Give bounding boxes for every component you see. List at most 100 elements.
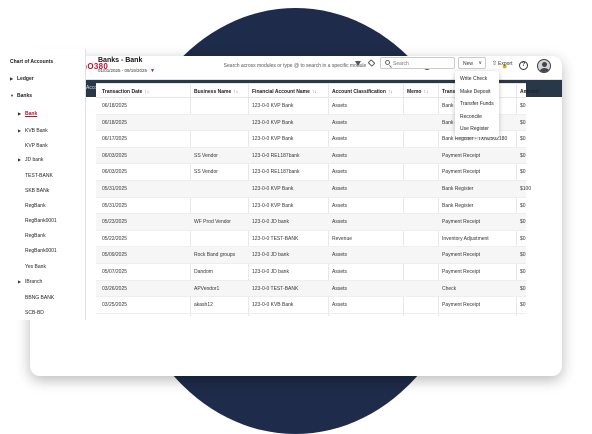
table-cell: 123-0-0 JD bank (252, 219, 289, 226)
sidebar-item[interactable]: RegBank (25, 203, 46, 209)
table-cell: Assets (332, 119, 348, 126)
export-button[interactable]: ⇧Export (492, 60, 512, 67)
table-cell: Payment Receipt (442, 252, 481, 259)
table-row[interactable]: 05/23/2025 WF Prod Vendor 123-0-0 JD bank A… (96, 214, 526, 231)
sidebar-item[interactable]: ▶ Bank (18, 111, 37, 117)
table-cell: 06/18/2025 (102, 103, 128, 109)
sidebar-item-label: RegBank0001 (25, 218, 57, 224)
table-row[interactable]: 06/03/2025 SS Vendor 123-0-0 REL187bank Ass… (96, 164, 526, 181)
sidebar-item-label: TEST-BANK (25, 173, 53, 179)
caret-right-icon[interactable]: ▶ (10, 76, 17, 81)
table-cell: 05/07/2025 (102, 269, 128, 275)
menu-item-use-register[interactable]: Use Register (460, 126, 489, 132)
table-cell: 06/17/2025 (102, 136, 128, 143)
sidebar-item-label: Yes Bank (25, 264, 46, 270)
table-search[interactable] (380, 57, 455, 69)
table-cell: Revenue (332, 235, 353, 242)
table-cell: 05/23/2025 (102, 219, 128, 226)
table-cell: $0 (520, 169, 526, 176)
table-row[interactable]: 03/25/2025 akash12 123-0-0 KVB Bank Assets P… (96, 297, 526, 314)
table-row[interactable]: 03/26/2025 APVendor1 123-0-0 TEST-BANK Asse… (96, 280, 526, 298)
filter-icon[interactable] (355, 61, 361, 66)
table-cell: 05/31/2025 (102, 186, 128, 192)
sidebar-item[interactable]: TEST-BANK (25, 173, 53, 179)
table-cell: $100 (520, 186, 532, 192)
sort-icon[interactable]: ↑↓ (423, 89, 428, 95)
table-cell: WF Prod Vendor (194, 219, 231, 226)
sort-icon[interactable]: ↑↓ (233, 89, 238, 95)
export-icon: ⇧ (492, 61, 498, 67)
caret-right-icon[interactable]: ▶ (18, 111, 25, 116)
caret-down-icon[interactable]: ▼ (10, 93, 17, 98)
table-cell: 05/22/2025 (102, 235, 128, 242)
sidebar-item[interactable]: RegBank0001 (25, 248, 57, 254)
menu-item-make-deposit[interactable]: Make Deposit (460, 89, 491, 95)
sidebar-item[interactable]: ▶ Ledger (10, 76, 34, 82)
table-cell: Bank Register (442, 186, 474, 192)
table-cell: $0 (520, 103, 526, 109)
table-row[interactable]: 05/07/2025 Dandom 123-0-0 JD bank Assets Pay… (96, 264, 526, 281)
table-cell: 123-0-0 REL187bank (252, 152, 300, 159)
table-cell: Payment Receipt (442, 169, 481, 176)
sort-icon[interactable]: ↑↓ (144, 89, 149, 95)
table-cell: 03/25/2025 (102, 302, 128, 309)
sidebar-item[interactable]: BBNG BANK (25, 295, 54, 301)
sidebar-item-label: Bank (25, 111, 38, 117)
table-cell: $0 (520, 152, 526, 159)
avatar[interactable] (537, 59, 551, 73)
column-header[interactable]: Memo ↑↓ (407, 89, 428, 95)
menu-item-reconcile[interactable]: Reconcile (460, 114, 482, 120)
column-header[interactable]: Financial Account Name ↑↓ (252, 89, 317, 95)
table-row[interactable]: 05/09/2025 Rock Band groups 123-0-0 JD ban… (96, 247, 526, 264)
caret-right-icon[interactable]: ▶ (18, 279, 25, 284)
sidebar-item-label: Chart of Accounts (10, 59, 54, 65)
sidebar-item[interactable]: RegBank0001 (25, 218, 57, 224)
caret-right-icon[interactable]: ▶ (18, 128, 25, 133)
sidebar-item[interactable]: KVP Bank (25, 143, 48, 149)
sidebar-item[interactable]: RegBank (25, 233, 46, 239)
sidebar-item-label: KVP Bank (25, 143, 48, 149)
column-header[interactable]: Transaction Date ↑↓ (102, 89, 149, 95)
table-cell: 123-0-0 KVP Bank (252, 202, 294, 209)
sidebar-item[interactable]: Yes Bank (25, 264, 46, 270)
table-cell: $0 (520, 252, 526, 259)
sidebar-item[interactable]: ▶ JD bank (18, 157, 43, 163)
table-row[interactable]: 05/31/2025 123-0-0 KVP Bank Assets Bank Reg… (96, 198, 526, 215)
sidebar-item[interactable]: Chart of Accounts (10, 59, 53, 65)
table-cell: $0 (520, 235, 526, 242)
column-header[interactable]: Account Classification ↑↓ (332, 89, 393, 95)
menu-item-write-check[interactable]: Write Check (460, 76, 487, 82)
table-cell: Assets (332, 219, 348, 226)
date-range-picker[interactable]: 01/01/2025 - 09/19/2025 ▼ (98, 68, 155, 74)
table-cell: 06/03/2025 (102, 152, 128, 159)
column-header[interactable]: Amount (520, 89, 539, 95)
sidebar-item[interactable]: SCB-BD (25, 310, 44, 316)
new-button[interactable]: New ∨ (458, 57, 486, 69)
table-row[interactable]: 05/31/2025 123-0-0 KVP Bank Assets Bank Reg… (96, 181, 531, 198)
sort-icon[interactable]: ↑↓ (312, 89, 317, 95)
search-input[interactable] (393, 59, 453, 68)
sidebar-item[interactable]: ▶ KVB Bank (18, 128, 48, 134)
search-icon (385, 60, 390, 65)
table-cell: $0 (520, 119, 526, 126)
menu-item-transfer-funds[interactable]: Transfer Funds (460, 101, 494, 107)
table-cell: Assets (332, 152, 348, 159)
sidebar-item[interactable]: ▶ IBranch (18, 279, 42, 285)
table-row[interactable]: 06/03/2025 SS Vendor 123-0-0 REL187bank Ass… (96, 147, 526, 165)
table-cell: Assets (332, 285, 348, 292)
table-row[interactable]: 05/22/2025 123-0-0 TEST-BANK Revenue Invent… (96, 231, 526, 248)
table-cell: Assets (332, 302, 348, 309)
sidebar-item-label: SKB BANk (25, 188, 50, 194)
table-cell: Assets (332, 269, 348, 275)
table-cell: 123-0-0 TEST-BANK (252, 285, 299, 292)
caret-right-icon[interactable]: ▶ (18, 157, 25, 162)
table-cell: Bank Register - TXN2502180 (442, 136, 508, 143)
table-cell: $0 (520, 219, 526, 226)
help-icon[interactable]: ? (519, 61, 528, 70)
column-header[interactable]: Business Name ↑↓ (194, 89, 238, 95)
table-cell: Assets (332, 136, 348, 143)
table-cell: 123-0-0 KVB Bank (252, 302, 294, 309)
sidebar-item[interactable]: ▼ Banks (10, 93, 32, 99)
sort-icon[interactable]: ↑↓ (388, 89, 393, 95)
sidebar-item[interactable]: SKB BANk (25, 188, 49, 194)
